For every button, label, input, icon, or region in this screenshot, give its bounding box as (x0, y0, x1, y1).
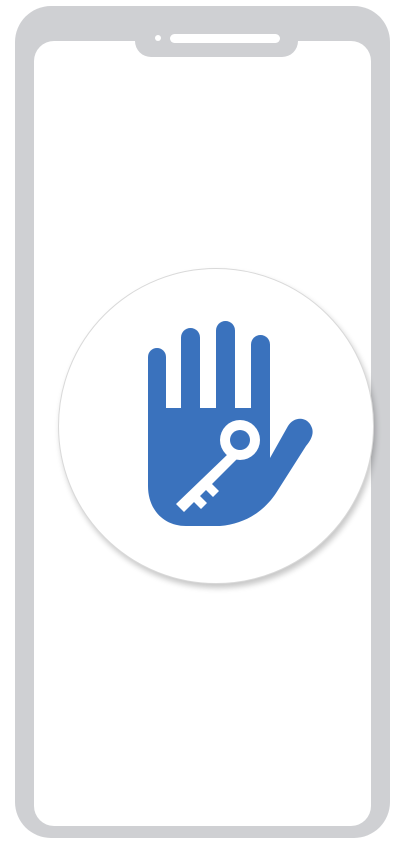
hand-key-icon (148, 321, 313, 526)
camera-dot (155, 35, 161, 41)
phone-notch (135, 6, 298, 57)
illustration-canvas (0, 0, 407, 844)
speaker-slot (170, 34, 280, 43)
